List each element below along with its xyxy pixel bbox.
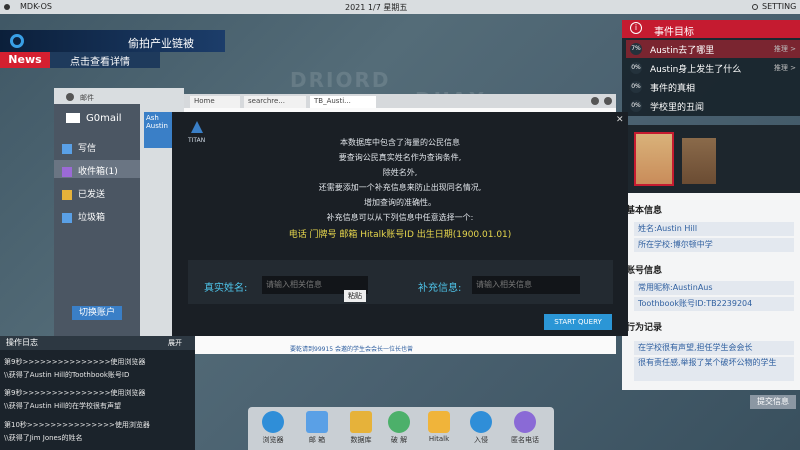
close-icon[interactable]: ✕ <box>616 115 624 125</box>
titan-line: 补充信息可以从下列信息中任意选择一个: <box>326 213 474 222</box>
browser-tab[interactable]: TB_Austi... <box>310 96 376 108</box>
dock-browser[interactable]: 浏览器 <box>255 411 291 445</box>
section-title: 账号信息 <box>626 266 663 276</box>
dock-intrude[interactable]: 入侵 <box>463 411 499 445</box>
os-icon <box>4 4 10 10</box>
browser-bottom-text: 要乾请到99915 会邀的学生会会长一位长也曾 <box>290 346 413 353</box>
mail-title: G0mail <box>86 113 122 124</box>
hitalk-icon <box>428 411 450 433</box>
crack-icon <box>388 411 410 433</box>
setting-label[interactable]: SETTING <box>762 2 796 11</box>
event-item[interactable]: 0% 学校里的丑闻 <box>626 97 800 115</box>
sent-icon <box>62 189 72 200</box>
dock-hitalk[interactable]: Hitalk <box>421 411 457 443</box>
user-icon <box>66 93 74 101</box>
news-logo-icon <box>10 34 24 48</box>
profile-field[interactable]: 常用昵称:AustinAus <box>634 281 794 295</box>
mail-icon <box>306 411 328 433</box>
log-line: 第9秒>>>>>>>>>>>>>>>使用浏览器 <box>4 358 146 366</box>
paste-menu[interactable]: 粘贴 <box>344 290 366 302</box>
map-label: DRIORD <box>290 68 391 92</box>
avatar[interactable] <box>682 138 716 184</box>
phone-icon <box>514 411 536 433</box>
database-icon <box>350 411 372 433</box>
start-query-button[interactable]: START QUERY <box>544 314 612 330</box>
browser-tab[interactable]: searchre... <box>244 96 306 108</box>
news-tag: News <box>0 52 50 68</box>
extra-input[interactable]: 请输入相关信息 <box>472 276 580 294</box>
log-line: 第10秒>>>>>>>>>>>>>>>使用浏览器 <box>4 421 150 429</box>
profile-field[interactable]: 姓名:Austin Hill <box>634 222 794 236</box>
log-title: 操作日志 <box>0 336 195 350</box>
event-item[interactable]: 7% Austin去了哪里 推理 > <box>626 40 800 58</box>
profile-field[interactable]: 很有责任感,举报了某个破坏公物的学生 <box>634 357 794 381</box>
dock-crack[interactable]: 破 解 <box>381 411 417 445</box>
info-icon: i <box>630 22 642 34</box>
profile-field[interactable]: Toothbook账号ID:TB2239204 <box>634 297 794 311</box>
trash-icon <box>62 212 72 223</box>
os-name: MDK-OS <box>20 2 52 11</box>
titan-line: 本数据库中包含了海量的公民信息 <box>340 138 460 147</box>
mail-trash[interactable]: 垃圾箱 <box>62 210 105 223</box>
mail-user: 邮件 <box>80 94 94 102</box>
event-item[interactable]: 0% 事件的真相 <box>626 78 800 96</box>
titan-line: 要查询公民真实姓名作为查询条件, <box>338 153 462 162</box>
name-label: 真实姓名: <box>204 283 248 294</box>
event-header <box>622 20 800 38</box>
mail-compose[interactable]: 写信 <box>62 141 96 154</box>
event-item[interactable]: 0% Austin身上发生了什么 推理 > <box>626 59 800 77</box>
expand-button[interactable]: 展开 <box>168 338 182 348</box>
log-line: 第9秒>>>>>>>>>>>>>>>使用浏览器 <box>4 389 146 397</box>
close-icon[interactable] <box>604 97 612 105</box>
log-line: \\获得了Jim Jones的姓名 <box>4 434 83 442</box>
compose-icon <box>62 143 72 154</box>
dock-anon-call[interactable]: 匿名电话 <box>507 411 543 445</box>
datetime: 2021 1/7 星期五 <box>345 3 408 12</box>
titan-line: 增加查询的准确性。 <box>364 198 436 207</box>
profile-field[interactable]: 所在学校:博尔顿中学 <box>634 238 794 252</box>
news-title[interactable]: 偷拍产业链被 <box>128 35 194 51</box>
titan-line: 除姓名外, <box>382 168 418 177</box>
event-title: 事件目标 <box>654 27 694 38</box>
section-title: 基本信息 <box>626 206 663 216</box>
extra-label: 补充信息: <box>418 283 462 294</box>
mail-sent[interactable]: 已发送 <box>62 187 105 200</box>
switch-account-button[interactable]: 切换账户 <box>72 306 122 320</box>
dock-mail[interactable]: 邮 箱 <box>299 411 335 445</box>
dock-database[interactable]: 数据库 <box>343 411 379 445</box>
log-line: \\获得了Austin Hill的在学校很有声望 <box>4 402 122 410</box>
gear-icon[interactable] <box>752 4 758 10</box>
news-detail-link[interactable]: 点击查看详情 <box>70 53 130 68</box>
browser-tab[interactable]: Home <box>190 96 240 108</box>
mail-logo-icon <box>66 113 80 123</box>
browser-icon <box>262 411 284 433</box>
intrude-icon <box>470 411 492 433</box>
log-line: \\获得了Austin Hill的Toothbook账号ID <box>4 371 130 379</box>
minimize-icon[interactable] <box>591 97 599 105</box>
submit-button[interactable]: 提交信息 <box>750 395 796 409</box>
titan-line: 还需要添加一个补充信息来防止出现同名情况, <box>318 183 482 192</box>
inbox-icon <box>62 166 72 177</box>
top-bar: MDK-OS 2021 1/7 星期五 SETTING <box>0 0 800 14</box>
section-title: 行为记录 <box>626 323 663 333</box>
avatar[interactable] <box>634 132 674 186</box>
titan-options: 电话 门牌号 邮箱 Hitalk账号ID 出生日期(1900.01.01) <box>288 230 512 240</box>
profile-field[interactable]: 在学校很有声望,担任学生会会长 <box>634 341 794 355</box>
mail-inbox[interactable]: 收件箱(1) <box>62 164 118 177</box>
